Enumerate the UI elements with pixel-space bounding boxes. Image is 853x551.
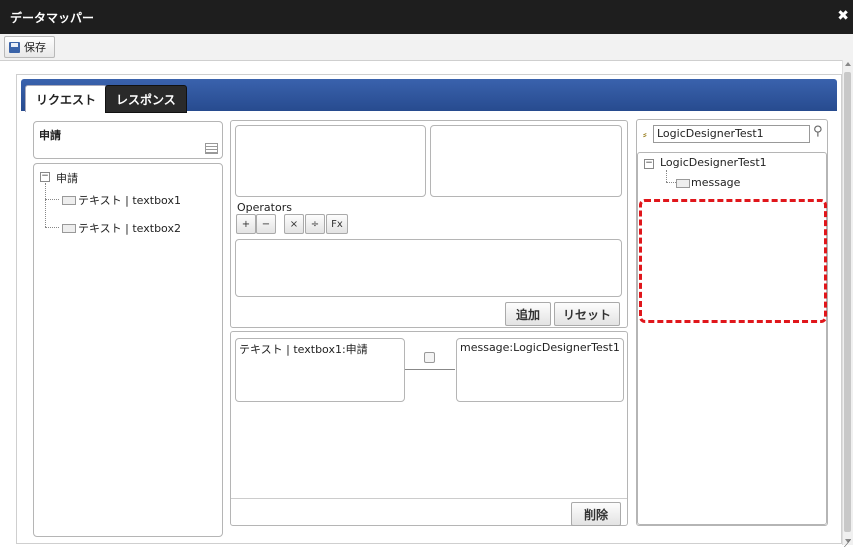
field-icon: [676, 179, 690, 188]
tree-connector: [666, 182, 676, 183]
tree-root-label[interactable]: 申請: [56, 170, 78, 186]
add-button[interactable]: 追加: [505, 302, 551, 326]
target-search-input[interactable]: LogicDesignerTest1: [653, 125, 810, 143]
function-button[interactable]: Fx: [326, 214, 348, 234]
expression-left-box[interactable]: [235, 125, 426, 197]
mapping-source-label: テキスト | textbox1:申請: [239, 343, 368, 356]
minus-button[interactable]: −: [256, 214, 276, 234]
tab-request[interactable]: リクエスト: [25, 85, 108, 112]
window-title: データマッパー: [10, 11, 95, 25]
mapping-source-box[interactable]: テキスト | textbox1:申請: [235, 338, 405, 402]
mapping-target-label: message:LogicDesignerTest1: [460, 341, 620, 354]
multiply-button[interactable]: ×: [284, 214, 304, 234]
vertical-scrollbar[interactable]: [842, 60, 853, 545]
expression-right-box[interactable]: [430, 125, 622, 197]
reset-button[interactable]: リセット: [554, 302, 620, 326]
divide-button[interactable]: ÷: [305, 214, 325, 234]
mapping-target-box[interactable]: message:LogicDesignerTest1: [456, 338, 624, 402]
mapping-connector-line: [405, 369, 455, 370]
field-icon: [62, 196, 76, 205]
collapse-icon[interactable]: −: [644, 159, 654, 169]
tree-item[interactable]: テキスト | textbox1: [78, 192, 181, 208]
tree-root-label[interactable]: LogicDesignerTest1: [660, 156, 767, 169]
scrollbar-thumb[interactable]: [844, 72, 851, 532]
tab-bar: リクエスト レスポンス: [21, 79, 837, 113]
scroll-up-icon[interactable]: [845, 62, 851, 66]
tree-connector: [45, 199, 59, 200]
list-icon[interactable]: [205, 143, 218, 154]
operator-buttons: + − × ÷ Fx: [236, 214, 356, 234]
plus-button[interactable]: +: [236, 214, 256, 234]
tree-item[interactable]: テキスト | textbox2: [78, 220, 181, 236]
expression-text-area[interactable]: [235, 239, 622, 297]
source-tree-panel: − 申請 テキスト | textbox1 テキスト | textbox2: [33, 163, 223, 537]
title-bar: データマッパー ✖: [0, 0, 853, 34]
save-label: 保存: [24, 41, 46, 54]
mapping-panel: テキスト | textbox1:申請 message:LogicDesigner…: [230, 331, 628, 526]
mapping-footer: [231, 498, 627, 526]
field-icon: [62, 224, 76, 233]
tree-item[interactable]: message: [691, 176, 740, 189]
pencil-icon: ⸗: [643, 128, 647, 141]
mapping-checkbox[interactable]: [424, 352, 435, 363]
tree-connector: [666, 170, 667, 182]
highlight-dashed-region: [639, 199, 827, 323]
close-icon[interactable]: ✖: [837, 8, 849, 24]
tree-connector: [45, 183, 46, 227]
floppy-icon: [9, 41, 20, 53]
search-icon[interactable]: ⚲: [813, 124, 823, 139]
expression-editor-panel: Operators + − × ÷ Fx 追加 リセット: [230, 120, 628, 328]
operators-label: Operators: [237, 201, 292, 214]
resize-handle-icon[interactable]: ⟋: [844, 539, 851, 550]
source-form-label: 申請: [39, 129, 61, 142]
save-button[interactable]: 保存: [4, 36, 55, 58]
mapper-container: リクエスト レスポンス 申請 − 申請 テキスト | textbox1 テキスト…: [16, 74, 842, 544]
source-form-box: 申請: [33, 121, 223, 159]
delete-button[interactable]: 削除: [571, 502, 621, 526]
tab-response[interactable]: レスポンス: [105, 85, 187, 113]
collapse-icon[interactable]: −: [40, 172, 50, 182]
toolbar: 保存: [0, 34, 853, 61]
tree-connector: [45, 227, 59, 228]
